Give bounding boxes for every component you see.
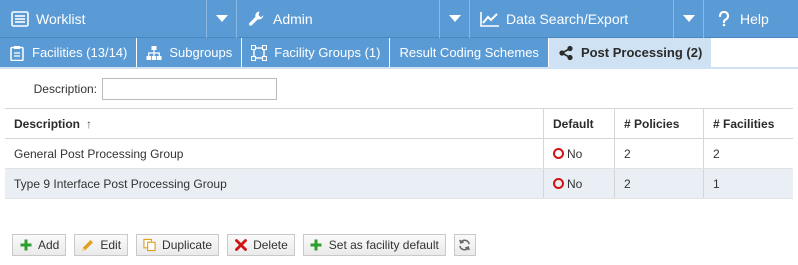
duplicate-button-label: Duplicate [162, 238, 213, 252]
tab-subgroups-label: Subgroups [169, 45, 233, 60]
row-policies: 2 [615, 139, 704, 168]
sort-ascending-icon: ↑ [86, 116, 93, 131]
tab-facilities[interactable]: Facilities (13/14) [0, 38, 138, 67]
edit-button[interactable]: Edit [74, 234, 129, 256]
share-icon [558, 45, 574, 61]
nav-help-label: Help [740, 11, 769, 27]
nav-data-label: Data Search/Export [506, 11, 629, 27]
no-circle-icon [553, 178, 564, 189]
set-facility-default-button[interactable]: Set as facility default [302, 234, 446, 256]
tab-result-coding-schemes-label: Result Coding Schemes [399, 45, 539, 60]
row-default: No [544, 169, 615, 198]
plus-icon [19, 239, 32, 252]
no-circle-icon [553, 148, 564, 159]
grid-header: Description ↑ Default # Policies # Facil… [5, 109, 793, 139]
column-header-default[interactable]: Default [544, 109, 615, 138]
chevron-down-icon[interactable] [673, 0, 703, 38]
row-default-value: No [567, 146, 583, 161]
chevron-down-icon[interactable] [439, 0, 469, 38]
column-header-facilities[interactable]: # Facilities [704, 109, 793, 138]
row-facilities: 2 [713, 146, 720, 161]
nav-help-label-wrap: Help [704, 9, 798, 29]
list-icon [10, 9, 30, 29]
nav-data-search-export[interactable]: Data Search/Export [470, 0, 704, 38]
tab-post-processing[interactable]: Post Processing (2) [548, 38, 713, 67]
duplicate-button[interactable]: Duplicate [136, 234, 220, 256]
tab-result-coding-schemes[interactable]: Result Coding Schemes [390, 38, 549, 67]
column-header-description[interactable]: Description ↑ [5, 109, 544, 138]
nav-worklist[interactable]: Worklist [0, 0, 237, 38]
nav-help[interactable]: Help [704, 0, 798, 38]
row-facilities: 1 [713, 176, 720, 191]
add-button-label: Add [38, 238, 60, 252]
clipboard-icon [9, 45, 25, 61]
delete-button[interactable]: Delete [227, 234, 295, 256]
nav-data-label-wrap: Data Search/Export [470, 9, 673, 29]
tab-subgroups[interactable]: Subgroups [137, 38, 243, 67]
delete-button-label: Delete [253, 238, 288, 252]
chevron-down-icon[interactable] [206, 0, 236, 38]
row-description: Type 9 Interface Post Processing Group [5, 169, 544, 198]
frame-icon [251, 44, 268, 61]
column-header-policies[interactable]: # Policies [615, 109, 704, 138]
add-button[interactable]: Add [12, 234, 67, 256]
nav-admin[interactable]: Admin [237, 0, 470, 38]
set-facility-default-label: Set as facility default [328, 238, 439, 252]
nav-admin-label-wrap: Admin [237, 9, 439, 29]
post-processing-grid: Description ↑ Default # Policies # Facil… [5, 108, 793, 199]
table-row[interactable]: General Post Processing Group No 2 2 [5, 139, 793, 169]
description-filter-input[interactable] [102, 78, 277, 100]
nav-admin-label: Admin [273, 11, 313, 27]
tab-facilities-label: Facilities (13/14) [32, 45, 128, 60]
nav-worklist-label-wrap: Worklist [0, 9, 206, 29]
column-header-description-label: Description [14, 116, 81, 131]
nav-worklist-label: Worklist [36, 11, 86, 27]
top-navigation: Worklist Admin Data Search/Export Help [0, 0, 798, 38]
action-toolbar: Add Edit Duplicate Delete Set as facilit… [0, 232, 798, 258]
pencil-icon [81, 239, 94, 252]
refresh-icon [458, 239, 471, 252]
tab-facility-groups-label: Facility Groups (1) [274, 45, 381, 60]
row-default-value: No [567, 176, 583, 191]
wrench-icon [247, 9, 267, 29]
question-icon [714, 9, 734, 29]
table-row[interactable]: Type 9 Interface Post Processing Group N… [5, 169, 793, 199]
hierarchy-icon [146, 45, 162, 61]
tab-facility-groups[interactable]: Facility Groups (1) [242, 38, 391, 67]
row-default: No [544, 139, 615, 168]
plus-icon [310, 239, 323, 252]
row-policies: 2 [615, 169, 704, 198]
row-description: General Post Processing Group [5, 139, 544, 168]
filter-row: Description: [0, 69, 798, 109]
tab-strip: Facilities (13/14) Subgroups Facility Gr… [0, 38, 798, 69]
x-icon [234, 239, 247, 252]
tab-post-processing-label: Post Processing (2) [580, 45, 703, 60]
copy-icon [143, 238, 156, 252]
refresh-button[interactable] [453, 234, 476, 256]
edit-button-label: Edit [100, 238, 122, 252]
chart-icon [480, 9, 500, 29]
description-filter-label: Description: [33, 82, 97, 96]
